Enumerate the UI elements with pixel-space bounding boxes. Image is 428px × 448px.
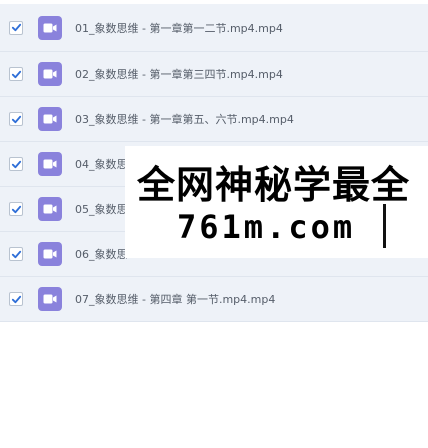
row-checkbox[interactable] <box>9 112 23 126</box>
checkmark-icon <box>11 205 21 213</box>
file-row[interactable]: 02_象数思维 - 第一章第三四节.mp4.mp4 <box>0 52 428 97</box>
video-file-icon <box>38 15 62 40</box>
video-file-icon <box>38 62 62 86</box>
file-name[interactable]: 02_象数思维 - 第一章第三四节.mp4.mp4 <box>75 66 283 82</box>
row-checkbox[interactable] <box>9 247 23 261</box>
video-file-icon <box>38 152 62 176</box>
watermark-url: 761m.com <box>177 208 356 246</box>
file-name[interactable]: 03_象数思维 - 第一章第五、六节.mp4.mp4 <box>75 111 294 127</box>
checkmark-icon <box>11 295 21 303</box>
video-file-icon <box>38 287 62 311</box>
video-file-icon <box>38 242 62 266</box>
row-checkbox[interactable] <box>9 157 23 171</box>
row-checkbox[interactable] <box>9 292 23 306</box>
checkmark-icon <box>11 160 21 168</box>
watermark-title: 全网神秘学最全 <box>137 163 411 207</box>
checkmark-icon <box>11 250 21 258</box>
checkmark-icon <box>11 70 21 78</box>
video-file-icon <box>38 197 62 221</box>
checkmark-icon <box>11 115 21 123</box>
file-name[interactable]: 05_象数思 <box>75 201 128 217</box>
file-row[interactable]: 01_象数思维 - 第一章第一二节.mp4.mp4 <box>0 4 428 52</box>
video-file-icon <box>38 107 62 131</box>
row-checkbox[interactable] <box>9 67 23 81</box>
file-name[interactable]: 01_象数思维 - 第一章第一二节.mp4.mp4 <box>75 20 283 36</box>
row-checkbox[interactable] <box>9 202 23 216</box>
watermark-overlay: 全网神秘学最全 761m.com <box>125 146 428 258</box>
screen: 01_象数思维 - 第一章第一二节.mp4.mp4 02_象数思维 - 第一章第… <box>0 0 428 448</box>
file-row[interactable]: 07_象数思维 - 第四章 第一节.mp4.mp4 <box>0 277 428 322</box>
file-name[interactable]: 07_象数思维 - 第四章 第一节.mp4.mp4 <box>75 291 275 307</box>
checkmark-icon <box>11 23 21 32</box>
file-row[interactable]: 03_象数思维 - 第一章第五、六节.mp4.mp4 <box>0 97 428 142</box>
file-name[interactable]: 06_象数思 <box>75 246 128 262</box>
watermark-bar <box>383 204 386 248</box>
file-name[interactable]: 04_象数思 <box>75 156 128 172</box>
row-checkbox[interactable] <box>9 20 23 35</box>
